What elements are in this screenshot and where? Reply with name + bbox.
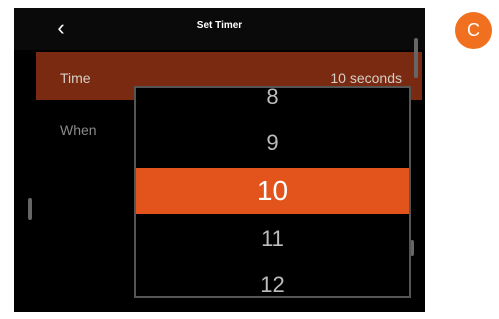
- picker-option-9[interactable]: 9: [136, 120, 409, 166]
- picker-option-10-selected[interactable]: 10: [136, 168, 409, 214]
- timer-picker[interactable]: 8 9 10 11 12: [134, 86, 411, 298]
- setting-label-when: When: [60, 122, 97, 138]
- setting-value-time: 10 seconds: [330, 70, 402, 86]
- picker-option-12[interactable]: 12: [136, 262, 409, 296]
- screen-title: Set Timer: [196, 20, 243, 31]
- picker-option-8[interactable]: 8: [136, 88, 409, 120]
- top-bar: ‹ Set Timer: [14, 8, 425, 50]
- edge-marker: [414, 38, 418, 78]
- setting-label-time: Time: [60, 70, 91, 86]
- corner-badge: C: [455, 12, 492, 49]
- edge-marker: [28, 198, 32, 220]
- picker-option-11[interactable]: 11: [136, 216, 409, 262]
- camera-screen: ‹ Set Timer Time 10 seconds When 8 9 10 …: [14, 8, 425, 312]
